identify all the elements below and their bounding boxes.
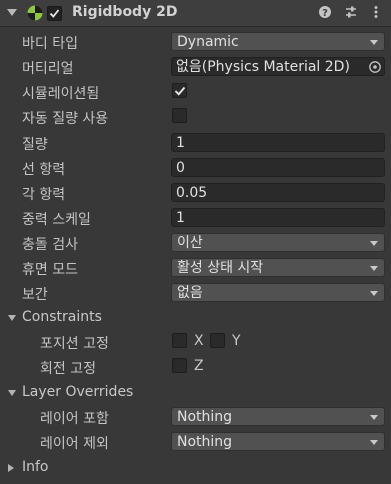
chevron-down-icon: [370, 266, 378, 271]
constraints-title: Constraints: [22, 309, 102, 325]
freeze-position-row: 포지션 고정 X Y: [0, 330, 391, 354]
mass-value: 1: [176, 135, 185, 151]
component-header[interactable]: Rigidbody 2D ?: [0, 0, 391, 27]
interpolate-value: 없음: [177, 285, 203, 301]
simulated-label: 시뮬레이션됨: [22, 86, 100, 102]
sleeping-mode-row: 휴면 모드 활성 상태 시작: [0, 256, 391, 280]
exclude-layers-label: 레이어 제외: [40, 436, 109, 452]
constraints-foldout[interactable]: Constraints: [0, 306, 391, 330]
sleeping-mode-value: 활성 상태 시작: [177, 260, 264, 276]
gravity-scale-row: 중력 스케일 1: [0, 206, 391, 230]
foldout-closed-icon[interactable]: [8, 464, 14, 472]
freeze-position-label: 포지션 고정: [40, 336, 109, 352]
linear-drag-field[interactable]: 0: [171, 158, 385, 177]
freeze-position-y-label: Y: [232, 333, 241, 349]
simulated-row: 시뮬레이션됨: [0, 80, 391, 104]
include-layers-dropdown[interactable]: Nothing: [171, 407, 385, 426]
gravity-scale-value: 1: [176, 210, 185, 226]
freeze-rotation-z-label: Z: [194, 358, 204, 374]
simulated-checkbox[interactable]: [172, 83, 187, 98]
interpolate-dropdown[interactable]: 없음: [171, 283, 385, 302]
collision-detection-label: 충돌 검사: [22, 237, 78, 253]
collision-detection-value: 이산: [177, 235, 203, 251]
sleeping-mode-label: 휴면 모드: [22, 262, 78, 278]
body-type-row: 바디 타입 Dynamic: [0, 30, 391, 54]
mass-label: 질량: [22, 137, 48, 153]
body-type-dropdown[interactable]: Dynamic: [171, 32, 385, 51]
include-layers-label: 레이어 포함: [40, 411, 109, 427]
exclude-layers-dropdown[interactable]: Nothing: [171, 432, 385, 451]
chevron-down-icon: [370, 415, 378, 420]
material-object-field[interactable]: 없음(Physics Material 2D): [171, 57, 385, 76]
exclude-layers-row: 레이어 제외 Nothing: [0, 430, 391, 454]
chevron-down-icon: [370, 440, 378, 445]
foldout-open-icon[interactable]: [8, 390, 16, 396]
component-title: Rigidbody 2D: [72, 4, 178, 20]
help-icon[interactable]: ?: [318, 5, 332, 19]
collision-detection-row: 충돌 검사 이산: [0, 231, 391, 255]
gravity-scale-field[interactable]: 1: [171, 208, 385, 227]
freeze-position-x-checkbox[interactable]: [172, 333, 187, 348]
angular-drag-row: 각 항력 0.05: [0, 181, 391, 205]
angular-drag-field[interactable]: 0.05: [171, 183, 385, 202]
include-layers-row: 레이어 포함 Nothing: [0, 405, 391, 429]
preset-icon[interactable]: [344, 5, 358, 19]
auto-mass-checkbox[interactable]: [172, 108, 187, 123]
enable-checkbox[interactable]: [47, 6, 62, 21]
linear-drag-value: 0: [176, 160, 185, 176]
foldout-open-icon[interactable]: [8, 315, 16, 321]
auto-mass-label: 자동 질량 사용: [22, 111, 109, 127]
svg-text:?: ?: [322, 8, 328, 19]
collision-detection-dropdown[interactable]: 이산: [171, 233, 385, 252]
info-foldout[interactable]: Info: [0, 456, 391, 480]
freeze-position-y-checkbox[interactable]: [210, 333, 225, 348]
freeze-position-x-label: X: [194, 333, 204, 349]
angular-drag-label: 각 항력: [22, 187, 66, 203]
freeze-rotation-row: 회전 고정 Z: [0, 355, 391, 379]
info-title: Info: [22, 459, 49, 475]
angular-drag-value: 0.05: [176, 185, 208, 201]
auto-mass-row: 자동 질량 사용: [0, 105, 391, 129]
interpolate-label: 보간: [22, 287, 48, 303]
interpolate-row: 보간 없음: [0, 281, 391, 305]
sleeping-mode-dropdown[interactable]: 활성 상태 시작: [171, 258, 385, 277]
include-layers-value: Nothing: [177, 409, 233, 425]
exclude-layers-value: Nothing: [177, 434, 233, 450]
object-picker-icon[interactable]: [368, 60, 382, 74]
mass-row: 질량 1: [0, 131, 391, 155]
mass-field[interactable]: 1: [171, 133, 385, 152]
material-row: 머티리얼 없음(Physics Material 2D): [0, 55, 391, 79]
gravity-scale-label: 중력 스케일: [22, 212, 91, 228]
body-type-value: Dynamic: [177, 34, 239, 50]
linear-drag-label: 선 항력: [22, 162, 66, 178]
linear-drag-row: 선 항력 0: [0, 156, 391, 180]
layer-overrides-title: Layer Overrides: [22, 384, 134, 400]
freeze-rotation-z-checkbox[interactable]: [172, 358, 187, 373]
material-value: 없음(Physics Material 2D): [176, 59, 350, 75]
freeze-rotation-label: 회전 고정: [40, 361, 96, 377]
body-type-label: 바디 타입: [22, 36, 78, 52]
chevron-down-icon: [370, 291, 378, 296]
chevron-down-icon: [370, 40, 378, 45]
rigidbody2d-icon: [27, 5, 43, 21]
more-options-icon[interactable]: [369, 5, 383, 19]
chevron-down-icon: [370, 241, 378, 246]
collapse-arrow-icon[interactable]: [7, 9, 17, 16]
layer-overrides-foldout[interactable]: Layer Overrides: [0, 381, 391, 405]
material-label: 머티리얼: [22, 61, 74, 77]
